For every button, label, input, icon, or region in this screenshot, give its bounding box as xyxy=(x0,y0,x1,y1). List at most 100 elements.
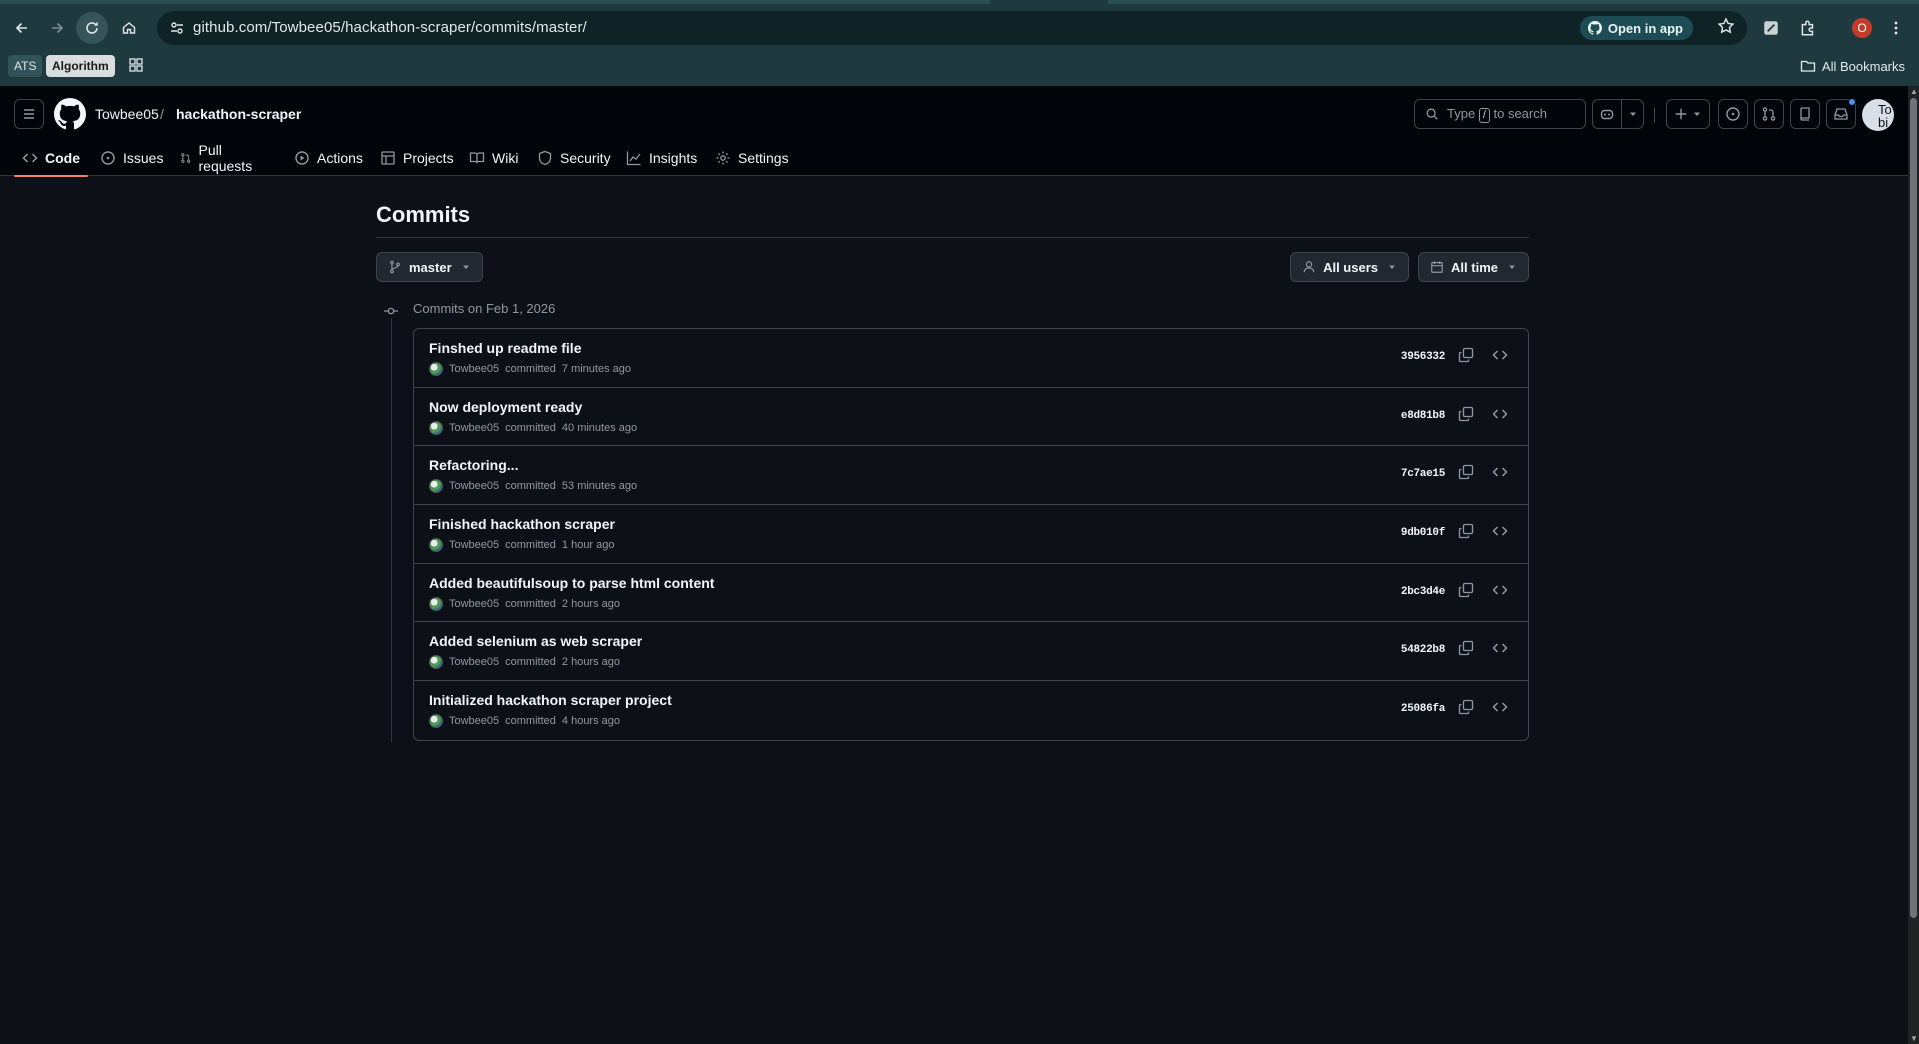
commit-message-link[interactable]: Added selenium as web scraper xyxy=(429,633,642,649)
commit-verb: committed xyxy=(505,480,556,493)
browse-repo-button[interactable] xyxy=(1492,582,1508,598)
create-new-button[interactable] xyxy=(1666,99,1710,129)
bookmark-star-button[interactable] xyxy=(1717,17,1735,35)
tab-wiki[interactable]: Wiki xyxy=(461,140,526,176)
copy-icon xyxy=(1458,582,1474,597)
commit-sha-link[interactable]: 54822b8 xyxy=(1401,644,1445,656)
branch-icon xyxy=(390,260,400,274)
author-avatar[interactable] xyxy=(429,714,443,729)
time-filter-button[interactable]: All time xyxy=(1418,252,1529,282)
bookmark-ats[interactable]: ATS xyxy=(8,55,43,77)
browse-repo-button[interactable] xyxy=(1492,523,1508,539)
commit-author[interactable]: Towbee05 xyxy=(449,539,499,551)
branch-name: master xyxy=(409,259,452,275)
author-avatar[interactable] xyxy=(429,538,443,553)
page-scrollbar[interactable]: ▲ ▼ xyxy=(1908,86,1919,1044)
browse-repo-button[interactable] xyxy=(1492,464,1508,480)
address-bar[interactable]: github.com/Towbee05/hackathon-scraper/co… xyxy=(157,11,1747,45)
commit-sha-link[interactable]: 2bc3d4e xyxy=(1401,586,1445,598)
commit-message-link[interactable]: Finshed up readme file xyxy=(429,340,581,356)
author-avatar[interactable] xyxy=(429,362,443,376)
commit-sha-link[interactable]: 3956332 xyxy=(1401,351,1445,363)
scroll-down-arrow[interactable]: ▼ xyxy=(1910,1035,1918,1043)
back-button[interactable] xyxy=(6,12,38,44)
commit-message-link[interactable]: Finished hackathon scraper xyxy=(429,516,615,532)
copy-sha-button[interactable] xyxy=(1458,523,1474,539)
tab-settings[interactable]: Settings xyxy=(707,140,797,176)
profile-button[interactable]: O xyxy=(1846,12,1878,44)
browse-repo-button[interactable] xyxy=(1492,406,1508,422)
browse-repo-button[interactable] xyxy=(1492,347,1508,363)
author-avatar[interactable] xyxy=(429,655,443,670)
scroll-up-arrow[interactable]: ▲ xyxy=(1910,88,1918,96)
tab-issues[interactable]: Issues xyxy=(92,140,171,176)
open-in-app-button[interactable]: Open in app xyxy=(1579,16,1693,40)
breadcrumb-owner[interactable]: Towbee05 xyxy=(95,106,159,122)
commit-sha-link[interactable]: 9db010f xyxy=(1401,527,1445,539)
copilot-button[interactable] xyxy=(1592,99,1644,129)
bookmark-algorithm[interactable]: Algorithm xyxy=(46,55,115,77)
browse-repo-button[interactable] xyxy=(1492,640,1508,656)
repositories-button[interactable] xyxy=(1790,99,1820,129)
commit-author[interactable]: Towbee05 xyxy=(449,422,499,434)
commit-author[interactable]: Towbee05 xyxy=(449,656,499,668)
commit-author[interactable]: Towbee05 xyxy=(449,480,499,492)
grid-icon xyxy=(129,58,143,72)
commit-message-link[interactable]: Added beautifulsoup to parse html conten… xyxy=(429,575,714,591)
site-info-button[interactable] xyxy=(165,16,189,40)
commit-sha-link[interactable]: 7c7ae15 xyxy=(1401,468,1445,480)
arrow-left-icon xyxy=(15,22,27,34)
breadcrumb-repo[interactable]: hackathon-scraper xyxy=(176,106,301,122)
header-divider xyxy=(1654,107,1655,123)
copy-sha-button[interactable] xyxy=(1458,640,1474,656)
commit-author[interactable]: Towbee05 xyxy=(449,598,499,610)
author-avatar[interactable] xyxy=(429,420,443,435)
copy-sha-button[interactable] xyxy=(1458,699,1474,715)
commit-row: Finished hackathon scraper Towbee05 comm… xyxy=(414,505,1528,564)
extension-button[interactable] xyxy=(1755,12,1787,44)
repo-icon xyxy=(1800,107,1810,121)
page-title: Commits xyxy=(376,202,471,227)
chevron-down-icon xyxy=(462,265,469,269)
search-input[interactable]: Type / to search xyxy=(1414,99,1586,129)
users-filter-label: All users xyxy=(1323,259,1378,275)
author-avatar[interactable] xyxy=(429,596,443,611)
copy-sha-button[interactable] xyxy=(1458,464,1474,480)
author-avatar[interactable] xyxy=(429,479,443,494)
pull-requests-button[interactable] xyxy=(1754,99,1784,129)
tab-insights[interactable]: Insights xyxy=(618,140,705,176)
browser-menu-button[interactable] xyxy=(1880,12,1912,44)
apps-button[interactable] xyxy=(128,57,144,73)
home-button[interactable] xyxy=(113,12,145,44)
copy-sha-button[interactable] xyxy=(1458,406,1474,422)
chevron-down-icon xyxy=(1389,265,1395,269)
issues-button[interactable] xyxy=(1718,99,1748,129)
commit-author[interactable]: Towbee05 xyxy=(449,363,499,375)
tab-pull-requests[interactable]: Pull requests xyxy=(172,140,265,176)
tab-actions[interactable]: Actions xyxy=(286,140,371,176)
tab-security[interactable]: Security xyxy=(529,140,619,176)
copy-sha-button[interactable] xyxy=(1458,347,1474,363)
copy-sha-button[interactable] xyxy=(1458,582,1474,598)
browser-chrome: github.com/Towbee05/hackathon-scraper/co… xyxy=(0,0,1919,86)
commit-message-link[interactable]: Initialized hackathon scraper project xyxy=(429,692,672,708)
all-bookmarks-button[interactable]: All Bookmarks xyxy=(1800,55,1905,77)
reload-button[interactable] xyxy=(76,12,108,44)
commit-message-link[interactable]: Now deployment ready xyxy=(429,399,582,415)
commit-message-link[interactable]: Refactoring... xyxy=(429,457,518,473)
extensions-menu-button[interactable] xyxy=(1792,12,1824,44)
forward-button[interactable] xyxy=(41,12,73,44)
github-home-link[interactable] xyxy=(54,98,86,130)
commit-author[interactable]: Towbee05 xyxy=(449,715,499,727)
browse-repo-button[interactable] xyxy=(1492,699,1508,715)
users-filter-button[interactable]: All users xyxy=(1290,252,1409,282)
tab-code[interactable]: Code xyxy=(14,140,88,177)
github-logo-icon xyxy=(54,98,86,130)
user-avatar[interactable]: To bi xyxy=(1862,99,1894,131)
branch-selector[interactable]: master xyxy=(376,252,483,282)
commit-sha-link[interactable]: 25086fa xyxy=(1401,703,1445,715)
commit-sha-link[interactable]: e8d81b8 xyxy=(1401,410,1445,422)
menu-button[interactable] xyxy=(14,99,44,129)
scrollbar-thumb[interactable] xyxy=(1910,98,1917,918)
tab-projects[interactable]: Projects xyxy=(372,140,462,176)
